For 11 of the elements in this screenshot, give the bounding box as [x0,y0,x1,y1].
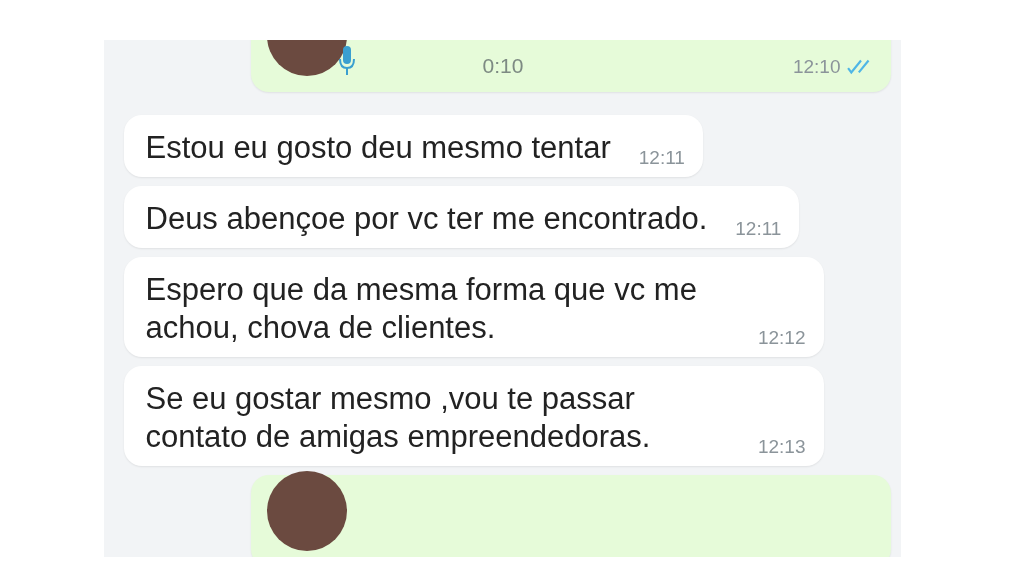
message-time: 12:11 [735,218,782,240]
message-text: Espero que da mesma forma que vc me achou, chova de clientes. [145,271,698,347]
message-text: Deus abençoe por vc ter me encontrado. [145,200,708,238]
microphone-icon [338,46,355,76]
message-time: 12:13 [757,436,806,458]
message-time: 12:10 [792,56,841,78]
message-text: Se eu gostar mesmo ,vou te passar contato de amigas empreendedoras. [145,380,652,456]
message-time: 12:11 [638,147,685,169]
message-text: Estou eu gosto deu mesmo tentar [145,129,611,167]
message-time: 12:12 [757,327,806,349]
voice-duration: 0:10 [482,54,524,78]
